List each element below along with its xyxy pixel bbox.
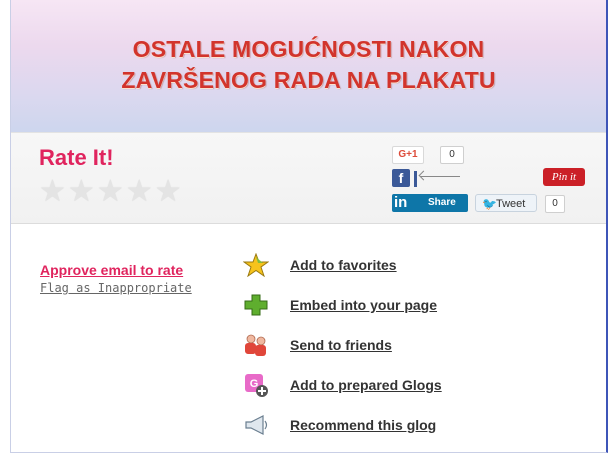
glog-add-icon: G xyxy=(242,373,270,397)
rating-title: Rate It! xyxy=(39,145,114,170)
google-plus-button[interactable]: G+1 xyxy=(392,146,424,164)
action-label: Add to prepared Glogs xyxy=(290,377,442,393)
facebook-like-bar xyxy=(414,171,417,187)
action-label: Add to favorites xyxy=(290,257,397,273)
rating-star-3-icon[interactable]: ★ xyxy=(97,177,124,207)
tweet-label: Tweet xyxy=(496,198,526,210)
rating-star-1-icon[interactable]: ★ xyxy=(39,177,66,207)
friends-icon xyxy=(242,333,270,357)
rating-star-5-icon[interactable]: ★ xyxy=(155,177,182,207)
facebook-button[interactable]: f xyxy=(392,169,410,187)
title-banner: OSTALE MOGUĆNOSTI NAKON ZAVRŠENOG RADA N… xyxy=(11,0,606,132)
rating-stars[interactable]: ★ ★ ★ ★ ★ xyxy=(39,177,182,207)
star-icon xyxy=(242,253,270,277)
megaphone-icon xyxy=(242,413,270,437)
banner-title-line-2: ZAVRŠENOG RADA NA PLAKATU xyxy=(121,67,496,93)
twitter-bird-icon: 🐦 xyxy=(482,197,497,211)
google-plus-count: 0 xyxy=(440,146,464,164)
action-add-to-prepared-glogs[interactable]: G Add to prepared Glogs xyxy=(242,372,442,398)
flag-inappropriate-link[interactable]: Flag as Inappropriate xyxy=(40,281,192,295)
action-label: Recommend this glog xyxy=(290,417,437,433)
tweet-count: 0 xyxy=(545,195,565,213)
linkedin-share-label: Share xyxy=(428,197,456,208)
action-send-to-friends[interactable]: Send to friends xyxy=(242,332,392,358)
action-embed-into-page[interactable]: Embed into your page xyxy=(242,292,437,318)
linkedin-icon: in xyxy=(394,194,408,211)
action-label: Send to friends xyxy=(290,337,392,353)
rating-star-2-icon[interactable]: ★ xyxy=(68,177,95,207)
action-add-to-favorites[interactable]: Add to favorites xyxy=(242,252,397,278)
linkedin-share-button[interactable]: in Share xyxy=(392,194,468,212)
approve-email-link[interactable]: Approve email to rate xyxy=(40,262,192,278)
pinterest-button[interactable]: Pin it xyxy=(543,168,585,186)
rating-side-links: Approve email to rate Flag as Inappropri… xyxy=(40,262,192,295)
action-label: Embed into your page xyxy=(290,297,438,313)
tweet-button[interactable]: 🐦 Tweet xyxy=(475,194,537,212)
plus-icon xyxy=(242,293,270,317)
action-recommend-glog[interactable]: Recommend this glog xyxy=(242,412,436,438)
banner-title: OSTALE MOGUĆNOSTI NAKON ZAVRŠENOG RADA N… xyxy=(11,34,606,96)
banner-title-line-1: OSTALE MOGUĆNOSTI NAKON xyxy=(132,36,485,62)
rating-star-4-icon[interactable]: ★ xyxy=(126,177,153,207)
